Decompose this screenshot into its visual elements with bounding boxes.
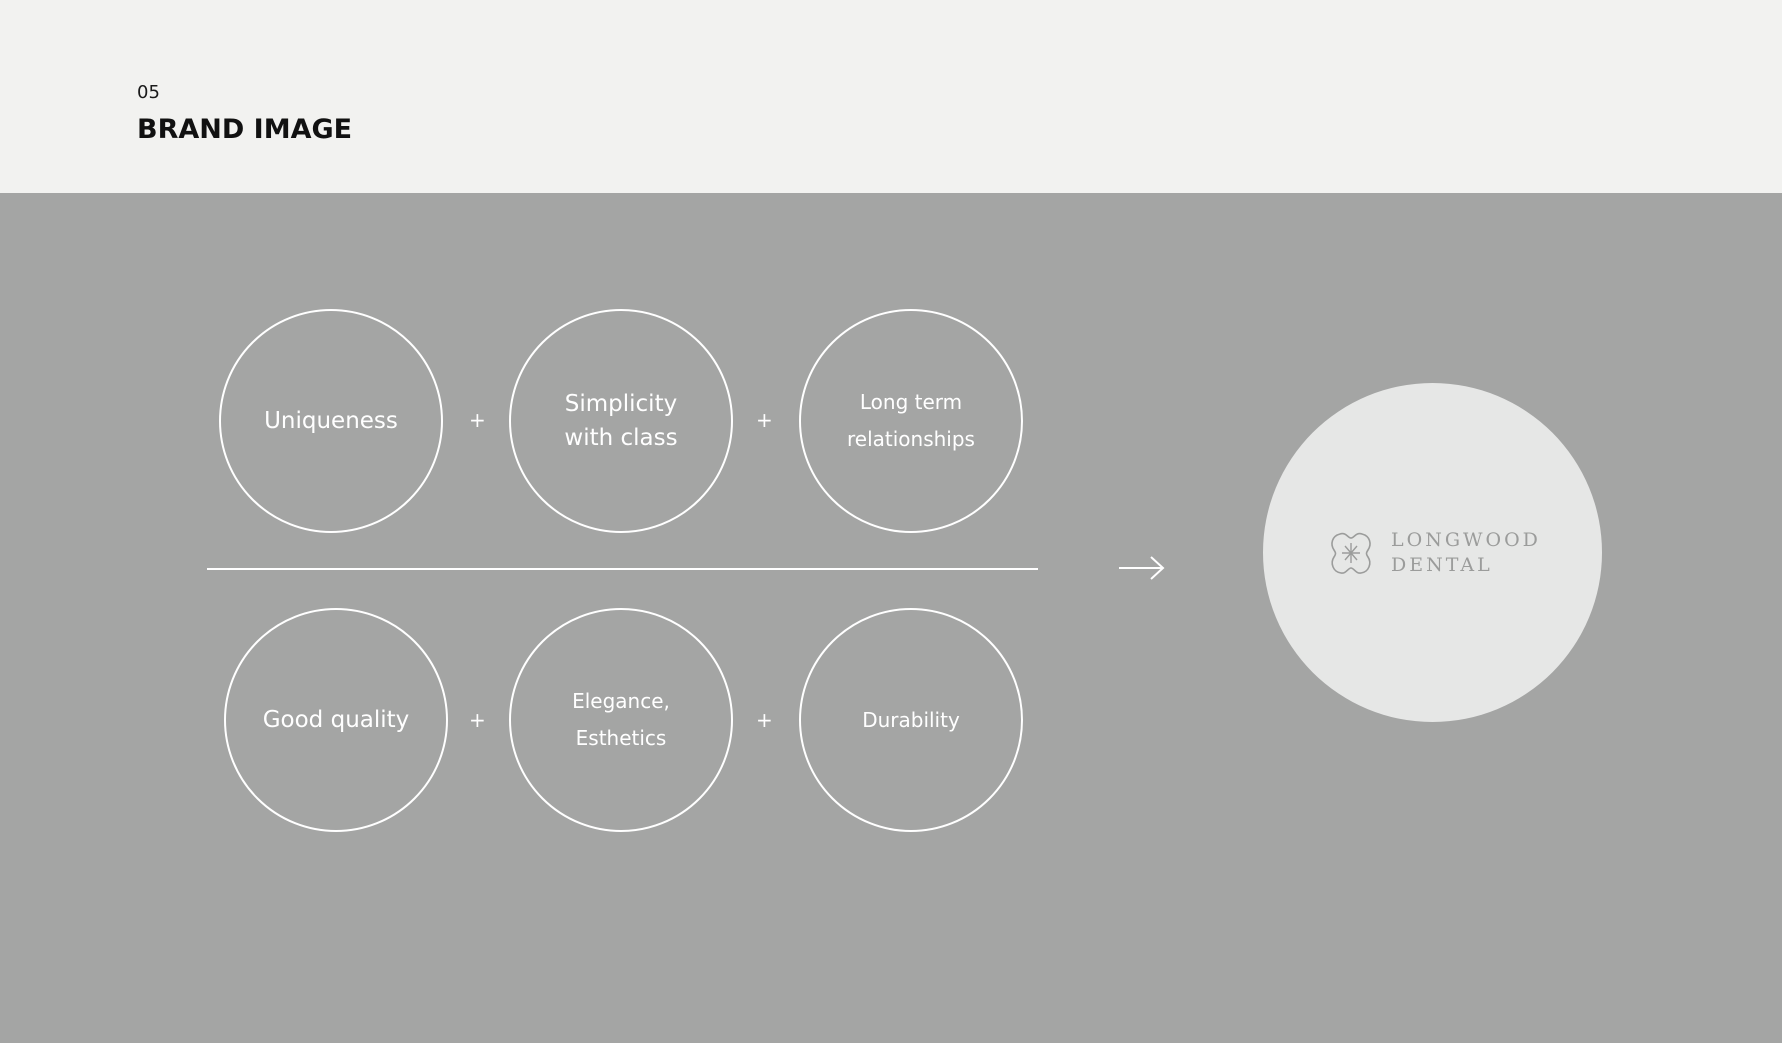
value-label: Good quality	[262, 707, 410, 733]
plus-operator: +	[756, 408, 773, 432]
section-title: BRAND IMAGE	[137, 114, 353, 145]
logo-wordmark: LONGWOOD DENTAL	[1391, 528, 1541, 578]
section-header: 05 BRAND IMAGE	[0, 0, 1782, 193]
arrow-right-icon	[1119, 556, 1165, 580]
plus-operator: +	[469, 708, 486, 732]
divider-line	[207, 568, 1038, 570]
plus-operator: +	[756, 708, 773, 732]
logo-line-2: DENTAL	[1391, 554, 1493, 576]
value-circle-simplicity: Simplicity with class	[509, 309, 733, 533]
value-label: Uniqueness	[264, 408, 398, 434]
section-number: 05	[137, 82, 160, 103]
value-circle-durability: Durability	[799, 608, 1023, 832]
logo-line-1: LONGWOOD	[1391, 529, 1541, 551]
value-label: Long term relationships	[847, 390, 975, 451]
plus-operator: +	[469, 408, 486, 432]
value-label: Durability	[862, 707, 960, 732]
value-circle-relationships: Long term relationships	[799, 309, 1023, 533]
value-circle-elegance: Elegance, Esthetics	[509, 608, 733, 832]
value-label: Simplicity with class	[564, 391, 678, 451]
tooth-asterisk-icon	[1331, 532, 1371, 574]
value-label: Elegance, Esthetics	[572, 689, 670, 750]
value-circle-uniqueness: Uniqueness	[219, 309, 443, 533]
value-circle-good-quality: Good quality	[224, 608, 448, 832]
